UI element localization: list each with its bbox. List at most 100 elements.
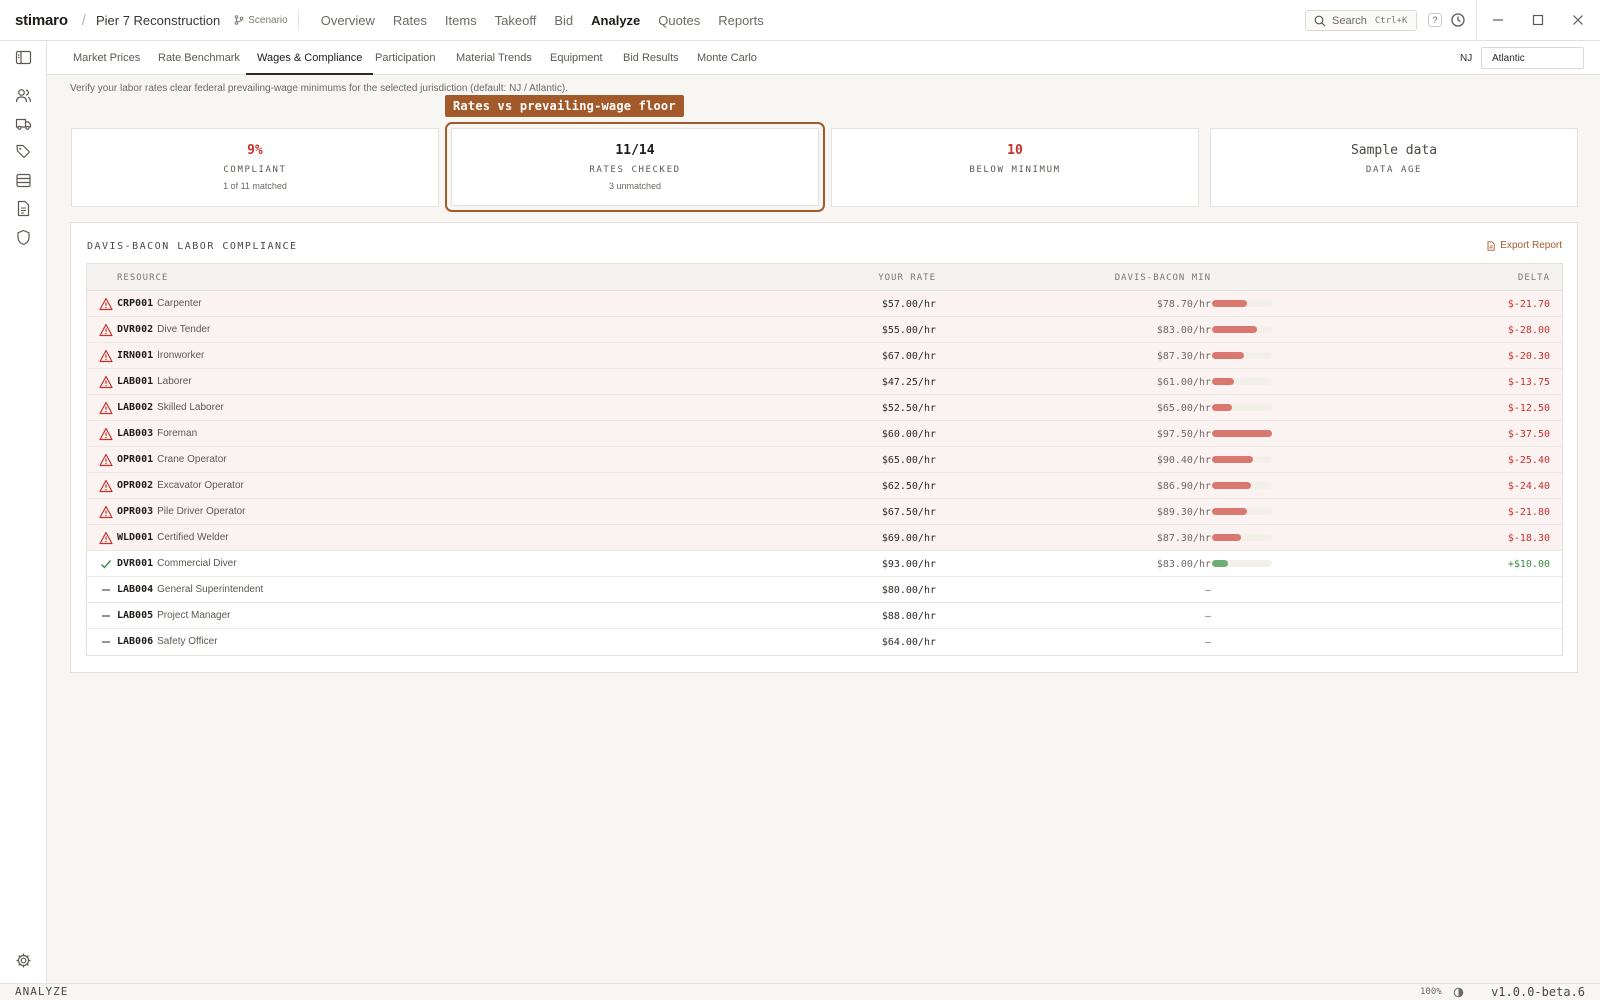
resource-name: Dive Tender	[157, 324, 211, 335]
resource-cell: DVR002 Dive Tender	[117, 324, 210, 335]
mode-indicator: ANALYZE	[15, 985, 69, 998]
help-button[interactable]: ?	[1428, 13, 1442, 27]
nav-item-reports[interactable]: Reports	[709, 13, 773, 28]
nav-item-analyze[interactable]: Analyze	[582, 13, 649, 28]
nav-item-quotes[interactable]: Quotes	[649, 13, 709, 28]
truck-icon[interactable]	[15, 115, 32, 132]
document-icon	[1487, 240, 1495, 251]
table-row[interactable]: OPR003 Pile Driver Operator $67.50/hr $89.3…	[87, 499, 1562, 525]
history-icon[interactable]	[1450, 12, 1466, 28]
gap-bar-fill	[1212, 404, 1232, 411]
davis-bacon-min-cell: $97.50/hr	[1156, 429, 1211, 440]
table-row[interactable]: OPR002 Excavator Operator $62.50/hr $86.90/…	[87, 473, 1562, 499]
table-row[interactable]: OPR001 Crane Operator $65.00/hr $90.40/hr $-…	[87, 447, 1562, 473]
stat-label: DATA AGE	[1365, 165, 1423, 175]
table-row[interactable]: CRP001 Carpenter $57.00/hr $78.70/hr $-21.70	[87, 291, 1562, 317]
settings-icon[interactable]	[15, 952, 32, 969]
document-icon[interactable]	[15, 200, 32, 217]
maximize-icon[interactable]	[1530, 12, 1546, 28]
tab-participation[interactable]: Participation	[375, 41, 436, 75]
tab-bid-results[interactable]: Bid Results	[623, 41, 679, 75]
project-name[interactable]: Pier 7 Reconstruction	[96, 13, 220, 28]
nav-item-rates[interactable]: Rates	[384, 13, 436, 28]
davis-bacon-min-cell: —	[1204, 611, 1211, 622]
gap-bar	[1212, 352, 1272, 359]
theme-toggle-icon[interactable]	[1453, 987, 1464, 998]
resource-code: DVR002	[117, 324, 154, 335]
gap-bar	[1212, 430, 1272, 437]
tab-rate-benchmark[interactable]: Rate Benchmark	[158, 41, 240, 75]
export-report-button[interactable]: Export Report	[1486, 240, 1562, 251]
warning-icon	[99, 323, 113, 337]
gap-bar	[1212, 326, 1272, 333]
delta-cell: $-21.70	[1507, 299, 1550, 310]
nav-item-items[interactable]: Items	[436, 13, 486, 28]
minimize-icon[interactable]	[1490, 12, 1506, 28]
resource-cell: LAB006 Safety Officer	[117, 636, 218, 647]
table-row[interactable]: DVR001 Commercial Diver $93.00/hr $83.00/hr…	[87, 551, 1562, 577]
resource-code: OPR001	[117, 454, 154, 465]
resource-code: CRP001	[117, 298, 154, 309]
tab-wages-compliance[interactable]: Wages & Compliance	[246, 41, 374, 75]
table-row[interactable]: LAB005 Project Manager $88.00/hr —	[87, 603, 1562, 629]
compliance-panel: DAVIS-BACON LABOR COMPLIANCE Export Repo…	[70, 222, 1578, 673]
davis-bacon-min-cell: $83.00/hr	[1156, 325, 1211, 336]
table-row[interactable]: LAB001 Laborer $47.25/hr $61.00/hr $-13.75	[87, 369, 1562, 395]
table-row[interactable]: LAB006 Safety Officer $64.00/hr —	[87, 629, 1562, 655]
scenario-button[interactable]: Scenario	[234, 15, 288, 26]
close-icon[interactable]	[1570, 12, 1586, 28]
county-input[interactable]	[1481, 47, 1584, 69]
nav-item-takeoff[interactable]: Takeoff	[486, 13, 546, 28]
resource-name: Project Manager	[157, 610, 231, 621]
tab-monte-carlo[interactable]: Monte Carlo	[697, 41, 757, 75]
tab-equipment[interactable]: Equipment	[550, 41, 603, 75]
column-header-resource[interactable]: RESOURCE	[117, 273, 168, 283]
search-box[interactable]: Search Ctrl+K	[1305, 10, 1417, 31]
column-header-your-rate[interactable]: YOUR RATE	[878, 273, 936, 283]
gap-bar-fill	[1212, 430, 1272, 437]
zoom-level[interactable]: 100%	[1420, 987, 1442, 997]
stat-label: BELOW MINIMUM	[969, 165, 1061, 175]
column-header-delta[interactable]: DELTA	[1518, 273, 1550, 283]
table-row[interactable]: IRN001 Ironworker $67.00/hr $87.30/hr $-20.3…	[87, 343, 1562, 369]
table-row[interactable]: DVR002 Dive Tender $55.00/hr $83.00/hr $-28.…	[87, 317, 1562, 343]
resource-name: Foreman	[157, 428, 198, 439]
stat-value: Sample data	[1350, 143, 1438, 158]
table-row[interactable]: LAB003 Foreman $60.00/hr $97.50/hr $-37.50	[87, 421, 1562, 447]
resource-name: Laborer	[157, 376, 192, 387]
nav-item-bid[interactable]: Bid	[545, 13, 582, 28]
davis-bacon-min-cell: —	[1204, 585, 1211, 596]
delta-cell: $-28.00	[1507, 325, 1550, 336]
davis-bacon-min-cell: $78.70/hr	[1156, 299, 1211, 310]
table-row[interactable]: LAB004 General Superintendent $80.00/hr —	[87, 577, 1562, 603]
users-icon[interactable]	[15, 87, 32, 104]
dash-icon	[102, 615, 110, 617]
sidebar-toggle-icon[interactable]	[15, 49, 32, 66]
tab-material-trends[interactable]: Material Trends	[456, 41, 532, 75]
database-icon[interactable]	[15, 172, 32, 189]
brand-logo[interactable]: stimaro	[15, 12, 68, 29]
gap-bar-fill	[1212, 326, 1257, 333]
resource-code: LAB001	[117, 376, 154, 387]
tab-market-prices[interactable]: Market Prices	[73, 41, 140, 75]
davis-bacon-min-cell: $89.30/hr	[1156, 507, 1211, 518]
stat-card-compliant: 9% COMPLIANT 1 of 11 matched	[71, 128, 439, 207]
resource-code: LAB006	[117, 636, 154, 647]
nav-item-overview[interactable]: Overview	[312, 13, 384, 28]
davis-bacon-min-cell: —	[1204, 637, 1211, 648]
compliance-table: RESOURCE YOUR RATE DAVIS-BACON MIN DELTA…	[86, 263, 1563, 656]
tags-icon[interactable]	[15, 143, 32, 160]
status-bar: ANALYZE 100% v1.0.0-beta.6	[0, 983, 1600, 1000]
gap-bar-fill	[1212, 352, 1245, 359]
analyze-tabs: NJ Market Prices Rate Benchmark Wages & Co…	[47, 41, 1600, 75]
shield-icon[interactable]	[15, 229, 32, 246]
your-rate-cell: $62.50/hr	[881, 481, 936, 492]
table-row[interactable]: LAB002 Skilled Laborer $52.50/hr $65.00/hr $…	[87, 395, 1562, 421]
gap-bar-fill	[1212, 560, 1229, 567]
column-header-davis-bacon-min[interactable]: DAVIS-BACON MIN	[1115, 273, 1211, 283]
resource-code: WLD001	[117, 532, 154, 543]
warning-icon	[99, 375, 113, 389]
table-row[interactable]: WLD001 Certified Welder $69.00/hr $87.30/hr…	[87, 525, 1562, 551]
davis-bacon-min-cell: $87.30/hr	[1156, 351, 1211, 362]
delta-cell: $-37.50	[1507, 429, 1550, 440]
